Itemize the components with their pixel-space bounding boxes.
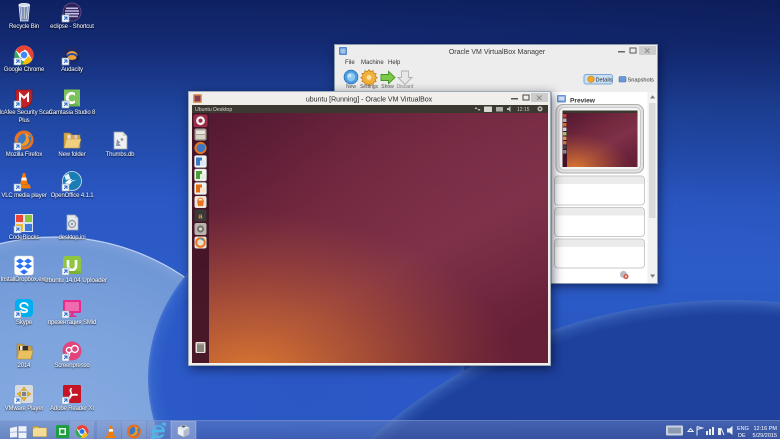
svg-text:Settings: Settings — [360, 84, 379, 90]
svg-text:Oracle VM VirtualBox Manager: Oracle VM VirtualBox Manager — [449, 49, 546, 56]
svg-text:New: New — [346, 84, 356, 90]
svg-text:Machine: Machine — [361, 60, 384, 66]
svg-text:Help: Help — [388, 60, 401, 66]
svg-text:12:16 PM: 12:16 PM — [753, 426, 777, 432]
svg-text:Preview: Preview — [570, 98, 596, 105]
svg-text:5/29/2015: 5/29/2015 — [753, 433, 777, 439]
svg-text:Discard: Discard — [397, 84, 414, 90]
svg-text:Show: Show — [381, 84, 394, 90]
svg-text:Snapshots: Snapshots — [628, 78, 655, 84]
svg-text:Details: Details — [596, 78, 613, 84]
svg-text:DE: DE — [738, 433, 746, 439]
svg-text:Ubuntu Desktop: Ubuntu Desktop — [195, 107, 232, 113]
svg-text:ENG: ENG — [737, 426, 749, 432]
svg-text:12:15: 12:15 — [517, 107, 530, 113]
svg-text:File: File — [345, 60, 355, 66]
svg-text:ubuntu [Running] - Oracle VM V: ubuntu [Running] - Oracle VM VirtualBox — [306, 97, 433, 104]
